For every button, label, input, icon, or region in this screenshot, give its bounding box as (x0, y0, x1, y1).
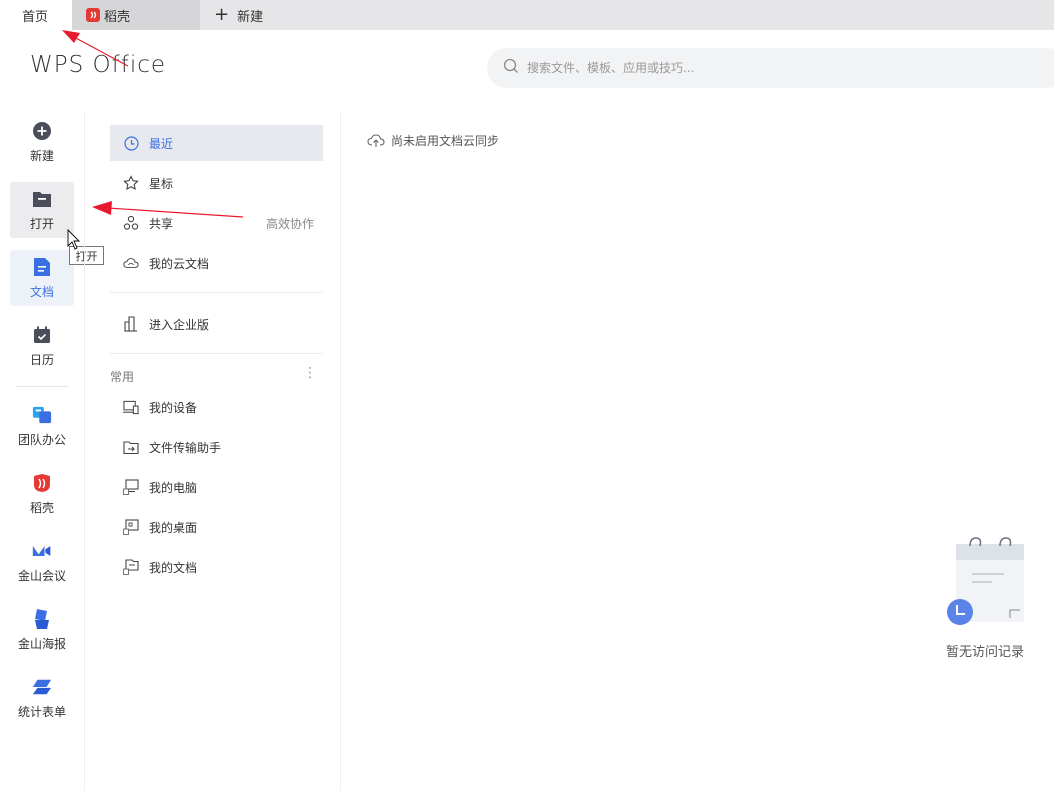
more-options-icon[interactable]: ⋮ (303, 365, 317, 381)
rail-divider (16, 386, 68, 387)
rail-team-office[interactable]: 团队办公 (10, 398, 74, 454)
rail-calendar-label: 日历 (29, 353, 54, 367)
tab-daoke-label: 稻壳 (104, 9, 131, 25)
nav-my-device-label: 我的设备 (149, 400, 198, 415)
rail-meeting[interactable]: 金山会议 (10, 534, 74, 590)
computer-icon (123, 479, 139, 495)
nav-enterprise[interactable]: 进入企业版 (110, 306, 323, 342)
empty-history-text: 暂无访问记录 (946, 645, 1025, 660)
rail-new-label: 新建 (29, 149, 54, 163)
nav-cloud-docs[interactable]: 我的云文档 (110, 245, 323, 281)
my-docs-icon (123, 559, 139, 575)
cloud-sync-notice[interactable]: 尚未启用文档云同步 (367, 132, 499, 149)
left-rail: 新建 打开 文档 日历 团队办公 稻壳 金山会议 金山海报 统计表单 (0, 112, 84, 791)
clock-icon (123, 135, 139, 151)
tab-bar: 首页 稻壳 + 新建 (0, 0, 1054, 30)
nav-my-desktop[interactable]: 我的桌面 (110, 509, 323, 545)
new-tab-label: 新建 (237, 9, 264, 25)
nav-cloud-docs-label: 我的云文档 (149, 256, 210, 271)
common-section-label: 常用 (110, 370, 135, 384)
nav-my-documents-label: 我的文档 (149, 560, 198, 575)
transfer-icon (123, 439, 139, 455)
nav-file-transfer[interactable]: 文件传输助手 (110, 429, 323, 465)
nav-my-computer[interactable]: 我的电脑 (110, 469, 323, 505)
form-icon (32, 677, 52, 697)
share-icon (123, 215, 139, 231)
plus-circle-icon (32, 121, 52, 141)
nav-my-desktop-label: 我的桌面 (149, 520, 198, 535)
nav-shared-label: 共享 (149, 216, 174, 231)
rail-poster-label: 金山海报 (17, 637, 66, 651)
cloud-icon (123, 255, 139, 271)
search-icon (503, 58, 519, 78)
rail-team-office-label: 团队办公 (17, 433, 66, 447)
rail-form-label: 统计表单 (17, 705, 66, 719)
tab-daoke[interactable]: 稻壳 (72, 0, 200, 30)
cloud-upload-icon (367, 133, 385, 148)
empty-history-illustration (944, 536, 1030, 628)
enterprise-icon (123, 316, 139, 332)
nav-recent-label: 最近 (149, 136, 174, 151)
rail-open-label: 打开 (29, 217, 54, 231)
nav-my-documents[interactable]: 我的文档 (110, 549, 323, 585)
desktop-icon (123, 519, 139, 535)
tab-home-label: 首页 (22, 9, 49, 25)
daoke-icon (32, 473, 52, 493)
nav-my-computer-label: 我的电脑 (149, 480, 198, 495)
search-input[interactable] (525, 60, 929, 76)
cloud-sync-text: 尚未启用文档云同步 (391, 134, 500, 148)
team-office-icon (32, 405, 52, 425)
nav-shared[interactable]: 共享 高效协作 (110, 205, 323, 241)
rail-poster[interactable]: 金山海报 (10, 602, 74, 658)
star-icon (123, 175, 139, 191)
device-icon (123, 399, 139, 415)
tab-home[interactable]: 首页 (0, 0, 72, 30)
wps-logo: WPS Office (30, 52, 167, 78)
nav-divider (110, 353, 323, 354)
new-tab-button[interactable]: + 新建 (200, 0, 290, 30)
nav-file-transfer-label: 文件传输助手 (149, 440, 222, 455)
nav-panel: 最近 星标 共享 高效协作 我的云文档 进入企业版 常用 ⋮ 我的设备 文件传输… (84, 112, 341, 791)
daoke-icon (86, 8, 100, 22)
rail-calendar[interactable]: 日历 (10, 318, 74, 374)
nav-divider (110, 292, 323, 293)
rail-open[interactable]: 打开 (10, 182, 74, 238)
rail-meeting-label: 金山会议 (17, 569, 66, 583)
document-icon (32, 257, 52, 277)
folder-icon (32, 189, 52, 209)
calendar-icon (32, 325, 52, 345)
rail-form[interactable]: 统计表单 (10, 670, 74, 726)
search-bar[interactable] (487, 48, 1054, 88)
poster-icon (32, 609, 52, 629)
meeting-icon (32, 541, 52, 561)
plus-icon: + (214, 4, 230, 25)
nav-my-device[interactable]: 我的设备 (110, 389, 323, 425)
nav-starred[interactable]: 星标 (110, 165, 323, 201)
rail-new[interactable]: 新建 (10, 114, 74, 170)
nav-starred-label: 星标 (149, 176, 174, 191)
nav-recent[interactable]: 最近 (110, 125, 323, 161)
rail-daoke[interactable]: 稻壳 (10, 466, 74, 522)
rail-daoke-label: 稻壳 (29, 501, 54, 515)
rail-documents[interactable]: 文档 (10, 250, 74, 306)
nav-enterprise-label: 进入企业版 (149, 317, 210, 332)
collaboration-link[interactable]: 高效协作 (266, 215, 314, 232)
rail-documents-label: 文档 (29, 285, 54, 299)
